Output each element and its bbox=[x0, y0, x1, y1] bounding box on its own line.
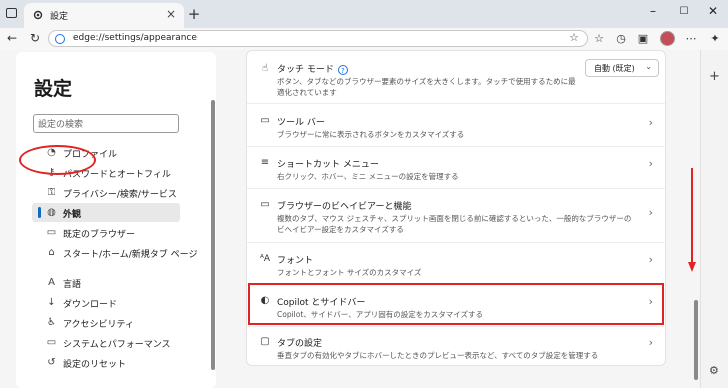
sidebar-item-languages[interactable]: A 言語 bbox=[32, 273, 180, 292]
copilot-icon[interactable]: ✦ bbox=[708, 32, 722, 45]
chevron-right-icon: › bbox=[648, 336, 653, 349]
language-icon: A bbox=[48, 277, 55, 288]
sidebar-item-system[interactable]: ▭ システムとパフォーマンス bbox=[32, 333, 180, 352]
edge-sidebar: + ⚙ bbox=[700, 50, 728, 388]
touch-icon: ☝ bbox=[261, 63, 269, 74]
edge-icon bbox=[55, 34, 65, 44]
setting-description: フォントとフォント サイズのカスタマイズ bbox=[277, 268, 422, 277]
select-value: 自動 (既定) bbox=[594, 64, 635, 73]
setting-row-context-menu[interactable]: ≡ ショートカット メニュー 右クリック、ホバー、ミニ メニューの設定を管理する… bbox=[247, 146, 667, 189]
highlight-rectangle bbox=[248, 283, 664, 325]
toolbar-icon: ▭ bbox=[260, 115, 270, 126]
sidebar-item-start-home[interactable]: ⌂ スタート/ホーム/新規タブ ページ bbox=[32, 243, 197, 262]
gear-icon bbox=[33, 10, 43, 20]
settings-search-input[interactable] bbox=[36, 116, 180, 133]
accessibility-icon: ♿ bbox=[47, 317, 56, 328]
setting-row-fonts[interactable]: ᴬA フォント フォントとフォント サイズのカスタマイズ › bbox=[247, 242, 667, 284]
sidebar-item-privacy[interactable]: ⚿ プライバシー/検索/サービス bbox=[32, 183, 180, 202]
close-window-button[interactable]: ✕ bbox=[703, 4, 723, 18]
url-text: edge://settings/appearance bbox=[73, 33, 197, 43]
setting-title: フォント bbox=[277, 256, 314, 266]
sidebar-item-label: 言語 bbox=[63, 280, 82, 290]
sidebar-item-label: 既定のブラウザー bbox=[63, 230, 136, 240]
settings-sidebar: 設定 ◔ プロファイル ⚷ パスワードとオートフィル ⚿ プライバシー/検索/サ… bbox=[16, 52, 216, 388]
setting-title: タブの設定 bbox=[277, 339, 323, 349]
tab-title: 設定 bbox=[50, 12, 69, 22]
font-icon: ᴬA bbox=[259, 254, 271, 264]
lock-icon: ⚿ bbox=[47, 187, 56, 198]
sidebar-item-label: プライバシー/検索/サービス bbox=[63, 190, 177, 200]
tab-icon: ▢ bbox=[260, 336, 270, 347]
sidebar-item-default-browser[interactable]: ▭ 既定のブラウザー bbox=[32, 223, 180, 242]
chevron-down-icon: ⌄ bbox=[645, 62, 652, 71]
active-indicator bbox=[38, 207, 41, 218]
setting-description: ブラウザーに常に表示されるボタンをカスタマイズする bbox=[277, 130, 465, 139]
setting-row-touch-mode: ☝ タッチ モード? ボタン、タブなどのブラウザー要素のサイズを大きくします。タ… bbox=[247, 51, 667, 103]
refresh-button[interactable]: ↻ bbox=[27, 31, 43, 45]
chevron-right-icon: › bbox=[648, 157, 653, 170]
home-icon: ⌂ bbox=[48, 247, 55, 258]
sidebar-item-accessibility[interactable]: ♿ アクセシビリティ bbox=[32, 313, 180, 332]
history-icon[interactable]: ◷ bbox=[614, 32, 628, 45]
tab-settings[interactable]: 設定 × bbox=[24, 3, 184, 28]
info-icon[interactable]: ? bbox=[337, 64, 348, 75]
new-tab-button[interactable]: + bbox=[184, 5, 204, 23]
minimize-button[interactable]: – bbox=[643, 4, 663, 18]
workspaces-icon[interactable] bbox=[6, 8, 17, 18]
maximize-button[interactable]: ☐ bbox=[674, 6, 694, 17]
browser-icon: ▭ bbox=[46, 227, 57, 238]
scroll-down-arrow-annotation bbox=[688, 168, 696, 272]
chevron-right-icon: › bbox=[648, 116, 653, 129]
highlight-oval bbox=[19, 145, 96, 175]
sidebar-item-reset[interactable]: ↺ 設定のリセット bbox=[32, 353, 180, 372]
sidebar-item-downloads[interactable]: ↓ ダウンロード bbox=[32, 293, 180, 312]
reset-icon: ↺ bbox=[47, 357, 56, 368]
setting-title: ブラウザーのビヘイビアーと機能 bbox=[277, 202, 412, 212]
setting-description: 垂直タブの有効化やタブにホバーしたときのプレビュー表示など、すべてのタブ設定を管… bbox=[277, 351, 599, 360]
setting-title: ツール バー bbox=[277, 118, 325, 128]
sidebar-settings-gear-icon[interactable]: ⚙ bbox=[709, 364, 719, 377]
sidebar-item-label: スタート/ホーム/新規タブ ページ bbox=[63, 250, 198, 260]
sidebar-item-label: アクセシビリティ bbox=[63, 320, 135, 330]
sidebar-item-label: 設定のリセット bbox=[63, 360, 127, 370]
sidebar-title: 設定 bbox=[34, 78, 73, 100]
address-bar[interactable]: edge://settings/appearance ☆ bbox=[48, 30, 588, 47]
screenshot-icon[interactable]: ▣ bbox=[636, 32, 650, 45]
sidebar-item-label: システムとパフォーマンス bbox=[63, 340, 171, 350]
setting-row-tabs[interactable]: ▢ タブの設定 垂直タブの有効化やタブにホバーしたときのプレビュー表示など、すべ… bbox=[247, 326, 667, 367]
sidebar-scrollbar[interactable] bbox=[211, 100, 215, 370]
close-tab-icon[interactable]: × bbox=[166, 7, 176, 21]
setting-description: 右クリック、ホバー、ミニ メニューの設定を管理する bbox=[277, 172, 459, 181]
favorite-star-icon[interactable]: ☆ bbox=[569, 31, 579, 44]
add-app-icon[interactable]: + bbox=[709, 69, 720, 84]
sidebar-item-label: ダウンロード bbox=[63, 300, 118, 310]
system-icon: ▭ bbox=[46, 337, 57, 348]
chevron-right-icon: › bbox=[648, 253, 653, 266]
appearance-icon: ◍ bbox=[47, 207, 56, 218]
touch-mode-select[interactable]: 自動 (既定) ⌄ bbox=[585, 59, 659, 77]
download-icon: ↓ bbox=[47, 297, 56, 308]
setting-row-browser-behavior[interactable]: ▭ ブラウザーのビヘイビアーと機能 複数のタブ、マウス ジェスチャ、スプリット画… bbox=[247, 188, 667, 243]
main-scrollbar[interactable] bbox=[694, 300, 698, 380]
chevron-right-icon: › bbox=[648, 206, 653, 219]
address-bar-row: ← ↻ edge://settings/appearance ☆ ☆ ◷ ▣ ⋯… bbox=[0, 28, 728, 50]
favorites-icon[interactable]: ☆ bbox=[592, 32, 606, 45]
settings-search-box[interactable] bbox=[33, 114, 180, 133]
title-bar: 設定 × + – ☐ ✕ bbox=[0, 0, 728, 28]
sidebar-item-appearance[interactable]: ◍ 外観 bbox=[32, 203, 180, 222]
setting-title: ショートカット メニュー bbox=[277, 160, 379, 170]
avatar[interactable] bbox=[660, 31, 675, 46]
setting-row-toolbar[interactable]: ▭ ツール バー ブラウザーに常に表示されるボタンをカスタマイズする › bbox=[247, 103, 667, 147]
sidebar-item-label: 外観 bbox=[63, 210, 82, 220]
setting-description: ボタン、タブなどのブラウザー要素のサイズを大きくします。タッチで使用するために最… bbox=[277, 77, 576, 97]
back-button[interactable]: ← bbox=[4, 31, 20, 45]
browser-behavior-icon: ▭ bbox=[260, 199, 270, 210]
more-menu-icon[interactable]: ⋯ bbox=[684, 32, 698, 45]
setting-description: 複数のタブ、マウス ジェスチャ、スプリット画面を閉じる前に確認するといった、一般… bbox=[277, 214, 632, 234]
menu-icon: ≡ bbox=[260, 157, 270, 168]
setting-title: タッチ モード? bbox=[277, 62, 348, 75]
